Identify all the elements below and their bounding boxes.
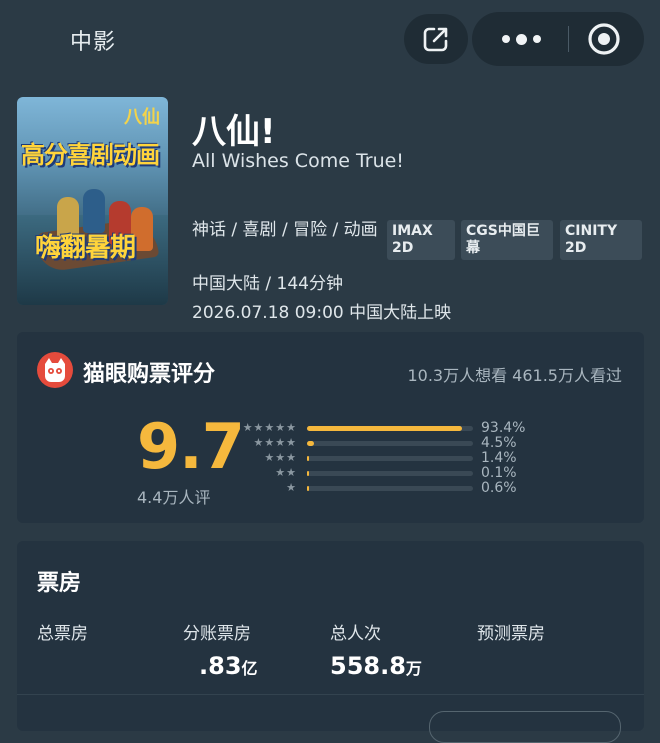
rating-row-1-star: ★ 0.6% [239, 480, 539, 496]
share-button[interactable] [404, 14, 468, 64]
rating-percent: 4.5% [481, 435, 517, 451]
share-icon [423, 27, 448, 52]
star-icons: ★★★ [264, 451, 297, 464]
poster-logo: 八仙 [124, 107, 160, 128]
admissions-value: 558.8 [330, 652, 406, 680]
format-badge-cgs: CGS中国巨幕 [461, 220, 553, 260]
star-icons: ★★★★ [253, 436, 297, 449]
target-close-icon [588, 23, 620, 55]
star-icons: ★★ [275, 466, 297, 479]
movie-release-date: 2026.07.18 09:00 中国大陆上映 [192, 303, 452, 323]
rating-row-2-star: ★★ 0.1% [239, 465, 539, 481]
movie-english-title: All Wishes Come True! [192, 150, 404, 172]
rating-bar [307, 456, 473, 461]
box-office-more-button[interactable] [429, 711, 621, 743]
movie-poster[interactable]: 八仙 高分喜剧动画 嗨翻暑期 [17, 97, 168, 305]
split-gross-value: .83 [199, 652, 242, 680]
box-office-title: 票房 [37, 571, 82, 596]
rating-want-watched-stats: 10.3万人想看 461.5万人看过 [407, 366, 622, 385]
more-button[interactable] [486, 12, 556, 66]
rating-row-4-star: ★★★★ 4.5% [239, 435, 539, 451]
rating-bar [307, 426, 473, 431]
rating-percent: 1.4% [481, 450, 517, 466]
poster-tagline-top: 高分喜剧动画 [21, 141, 160, 169]
box-admissions: 总人次 558.8万 [330, 624, 422, 680]
back-label[interactable]: 中影 [70, 24, 116, 56]
mini-program-capsule [472, 12, 644, 66]
box-total-gross: 总票房 [37, 624, 88, 644]
close-button[interactable] [584, 19, 624, 59]
rating-percent: 0.1% [481, 465, 517, 481]
top-bar: 中影 [0, 0, 660, 80]
movie-region-runtime: 中国大陆 / 144分钟 [192, 274, 343, 294]
poster-tagline-bottom: 嗨翻暑期 [35, 233, 136, 263]
rating-count: 4.4万人评 [137, 488, 211, 507]
format-badge-cinity: CINITY 2D [560, 220, 642, 260]
movie-genres: 神话 / 喜剧 / 冒险 / 动画 [192, 220, 378, 240]
rating-row-5-star: ★★★★★ 93.4% [239, 420, 539, 436]
rating-percent: 93.4% [481, 420, 526, 436]
rating-row-3-star: ★★★ 1.4% [239, 450, 539, 466]
format-badge-imax: IMAX 2D [387, 220, 455, 260]
rating-bar [307, 471, 473, 476]
box-office-divider [17, 694, 644, 695]
box-split-gross: 分账票房 .83亿 [183, 624, 258, 680]
box-office-card[interactable]: 票房 总票房 分账票房 .83亿 总人次 558.8万 预测票房 [17, 541, 644, 743]
maoyan-cat-icon [37, 352, 73, 388]
movie-title: 八仙! [192, 112, 276, 152]
star-icons: ★ [286, 481, 297, 494]
rating-card[interactable]: 猫眼购票评分 10.3万人想看 461.5万人看过 9.7 4.4万人评 ★★★… [17, 332, 644, 523]
star-icons: ★★★★★ [242, 421, 297, 434]
rating-percent: 0.6% [481, 480, 517, 496]
rating-bar [307, 486, 473, 491]
rating-bar [307, 441, 473, 446]
capsule-divider [568, 26, 569, 52]
more-dots-icon [501, 35, 510, 43]
rating-score: 9.7 [137, 410, 245, 483]
rating-title: 猫眼购票评分 [83, 362, 216, 387]
box-forecast: 预测票房 [477, 624, 545, 644]
